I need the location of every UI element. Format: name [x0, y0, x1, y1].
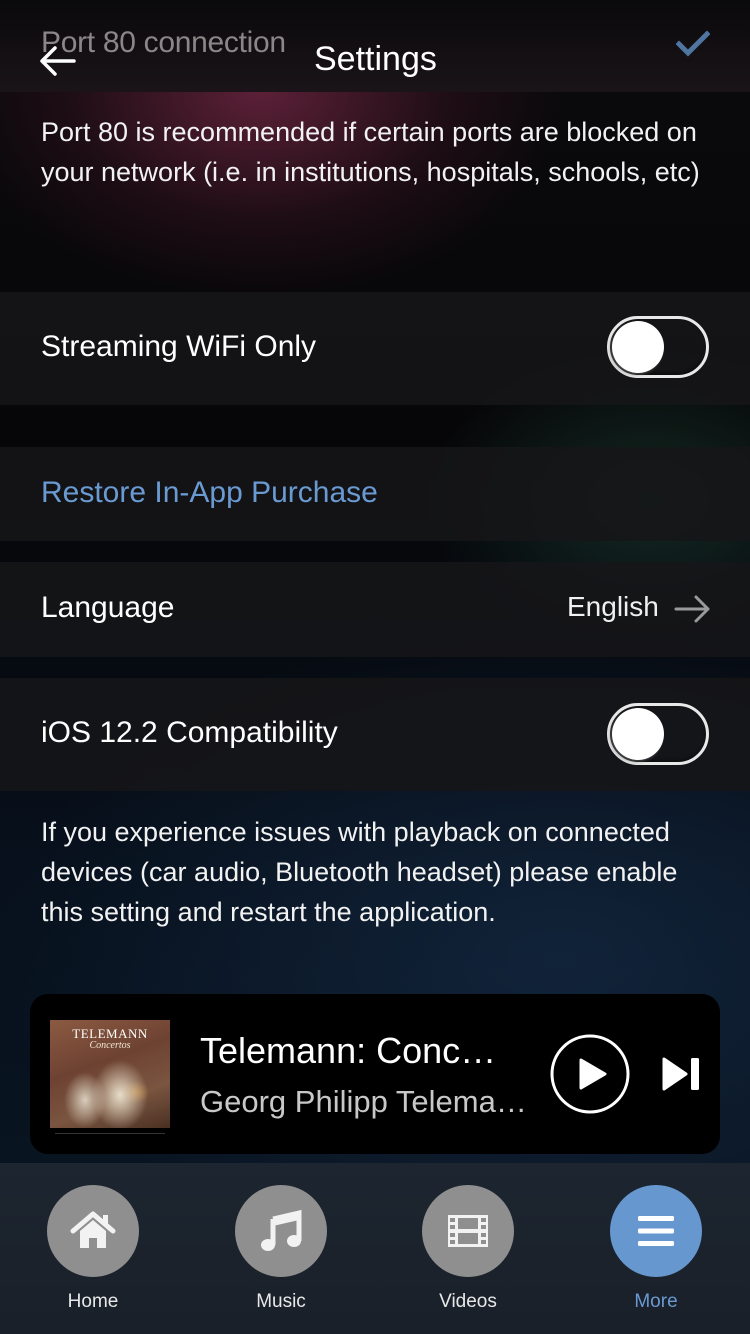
restore-purchase-link[interactable]: Restore In-App Purchase [41, 476, 378, 510]
tab-more-button[interactable] [610, 1185, 702, 1277]
tab-videos-button[interactable] [422, 1185, 514, 1277]
streaming-wifi-label: Streaming WiFi Only [41, 330, 317, 363]
film-icon [448, 1215, 488, 1247]
tab-home-label: Home [67, 1291, 119, 1312]
tab-music[interactable]: Music [221, 1185, 341, 1320]
music-note-icon [261, 1209, 302, 1251]
play-circle-icon[interactable] [550, 1034, 630, 1114]
ios-compat-description: If you experience issues with playback o… [41, 817, 678, 927]
skip-next-icon[interactable] [660, 1056, 702, 1092]
ios-compat-label: iOS 12.2 Compatibility [41, 716, 338, 749]
menu-icon [638, 1216, 674, 1246]
language-value: English [567, 591, 659, 622]
tab-home-button[interactable] [47, 1185, 139, 1277]
checkmark-icon[interactable] [676, 30, 710, 58]
tab-more[interactable]: More [596, 1185, 716, 1320]
album-art[interactable]: TELEMANN Concertos [50, 1020, 170, 1128]
tab-more-label: More [634, 1291, 678, 1312]
album-art-subtitle: Concertos [89, 1040, 131, 1051]
track-artist[interactable]: Georg Philipp Telema… [200, 1084, 527, 1120]
port80-description: Port 80 is recommended if certain ports … [41, 117, 700, 187]
language-label: Language [41, 591, 175, 624]
page-title: Settings [314, 40, 437, 78]
tab-home[interactable]: Home [33, 1185, 153, 1320]
toggle-knob [612, 321, 664, 373]
tab-music-label: Music [256, 1291, 306, 1312]
album-art-divider [55, 1133, 165, 1134]
ios-compat-toggle[interactable] [607, 703, 709, 765]
home-icon [70, 1211, 116, 1248]
streaming-wifi-toggle[interactable] [607, 316, 709, 378]
tab-videos[interactable]: Videos [408, 1185, 528, 1320]
tab-videos-label: Videos [439, 1291, 497, 1312]
arrow-right-icon[interactable] [674, 594, 712, 624]
arrow-left-icon[interactable] [38, 44, 78, 78]
track-title[interactable]: Telemann: Conc… [200, 1030, 496, 1072]
toggle-knob [612, 708, 664, 760]
tab-music-button[interactable] [235, 1185, 327, 1277]
